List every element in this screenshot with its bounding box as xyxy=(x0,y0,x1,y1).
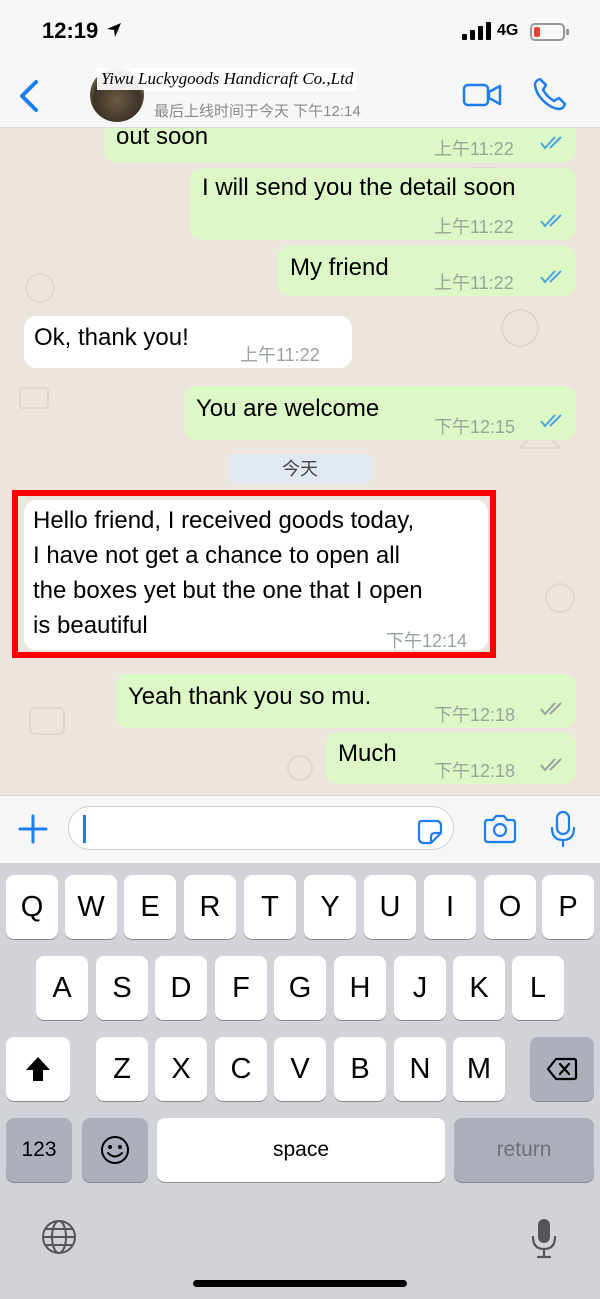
last-seen-status: 最后上线时间于今天 下午12:14 xyxy=(154,103,361,120)
message-time: 上午11:22 xyxy=(434,273,514,293)
dictation-mic-icon[interactable] xyxy=(530,1217,558,1259)
double-check-icon xyxy=(540,414,562,428)
key-b[interactable]: B xyxy=(334,1037,386,1101)
message-text: You are welcome xyxy=(196,395,380,422)
key-p[interactable]: P xyxy=(542,875,594,939)
network-type: 4G xyxy=(497,22,519,39)
key-o[interactable]: O xyxy=(484,875,536,939)
message-input[interactable] xyxy=(68,806,454,850)
double-check-icon xyxy=(540,270,562,284)
home-indicator xyxy=(193,1280,407,1287)
key-v[interactable]: V xyxy=(274,1037,326,1101)
message-text: Much xyxy=(338,740,397,767)
key-u[interactable]: U xyxy=(364,875,416,939)
message-time: 上午11:22 xyxy=(434,217,514,237)
double-check-icon xyxy=(540,214,562,228)
microphone-icon[interactable] xyxy=(550,810,576,848)
shift-key[interactable] xyxy=(6,1037,70,1101)
key-k[interactable]: K xyxy=(453,956,505,1020)
message-input-bar xyxy=(0,795,600,863)
key-w[interactable]: W xyxy=(65,875,117,939)
camera-icon[interactable] xyxy=(482,814,518,844)
return-key[interactable]: return xyxy=(454,1118,594,1182)
sticker-icon[interactable] xyxy=(416,818,444,846)
key-j[interactable]: J xyxy=(394,956,446,1020)
space-key[interactable]: space xyxy=(157,1118,445,1182)
key-d[interactable]: D xyxy=(155,956,207,1020)
key-z[interactable]: Z xyxy=(96,1037,148,1101)
globe-icon[interactable] xyxy=(40,1218,78,1256)
message-text: Ok, thank you! xyxy=(34,324,189,351)
backspace-key[interactable] xyxy=(530,1037,594,1101)
key-a[interactable]: A xyxy=(36,956,88,1020)
location-arrow-icon xyxy=(107,23,121,37)
key-s[interactable]: S xyxy=(96,956,148,1020)
chat-header: Yiwu Luckygoods Handicraft Co.,Ltd 最后上线时… xyxy=(0,62,600,128)
shift-icon xyxy=(26,1057,50,1081)
highlight-box xyxy=(12,490,496,658)
message-time: 下午12:18 xyxy=(434,705,516,725)
message-text: My friend xyxy=(290,254,389,281)
message-text: I will send you the detail soon xyxy=(202,174,516,201)
message-time: 下午12:18 xyxy=(434,761,516,781)
key-y[interactable]: Y xyxy=(304,875,356,939)
key-t[interactable]: T xyxy=(244,875,296,939)
message-time: 上午11:22 xyxy=(240,345,320,365)
key-f[interactable]: F xyxy=(215,956,267,1020)
emoji-key[interactable] xyxy=(82,1118,148,1182)
key-n[interactable]: N xyxy=(394,1037,446,1101)
status-bar: 12:19 4G xyxy=(0,0,600,62)
key-q[interactable]: Q xyxy=(6,875,58,939)
message-bubble-outgoing[interactable]: Much 下午12:18 xyxy=(326,732,576,784)
status-time: 12:19 xyxy=(42,18,99,43)
message-bubble-outgoing[interactable]: I will send you the detail soon 上午11:22 xyxy=(190,168,576,240)
key-e[interactable]: E xyxy=(124,875,176,939)
key-i[interactable]: I xyxy=(424,875,476,939)
key-c[interactable]: C xyxy=(215,1037,267,1101)
video-call-icon[interactable] xyxy=(462,80,502,110)
message-bubble-outgoing[interactable]: My friend 上午11:22 xyxy=(278,246,576,296)
phone-icon[interactable] xyxy=(532,76,568,112)
key-h[interactable]: H xyxy=(334,956,386,1020)
message-bubble-outgoing[interactable]: You are welcome 下午12:15 xyxy=(184,386,576,440)
double-check-icon xyxy=(540,136,562,150)
plus-icon[interactable] xyxy=(18,814,48,844)
signal-icon xyxy=(462,22,491,40)
battery-icon xyxy=(530,23,569,41)
text-caret xyxy=(83,815,86,843)
back-chevron-icon[interactable] xyxy=(14,76,44,116)
message-text: Yeah thank you so mu. xyxy=(128,683,372,710)
emoji-icon xyxy=(101,1136,129,1164)
double-check-icon xyxy=(540,758,562,772)
keyboard: Q W E R T Y U I O P A S D F G H J K L Z … xyxy=(0,863,600,1299)
message-text: out soon xyxy=(116,128,209,150)
double-check-icon xyxy=(540,702,562,716)
message-bubble-outgoing[interactable]: out soon 上午11:22 xyxy=(104,128,576,162)
message-bubble-incoming[interactable]: Ok, thank you! 上午11:22 xyxy=(24,316,352,368)
contact-name[interactable]: Yiwu Luckygoods Handicraft Co.,Ltd xyxy=(97,68,358,90)
numbers-key[interactable]: 123 xyxy=(6,1118,72,1182)
key-g[interactable]: G xyxy=(274,956,326,1020)
message-time: 上午11:22 xyxy=(434,139,514,159)
date-separator: 今天 xyxy=(228,454,372,484)
key-m[interactable]: M xyxy=(453,1037,505,1101)
key-x[interactable]: X xyxy=(155,1037,207,1101)
key-l[interactable]: L xyxy=(512,956,564,1020)
message-time: 下午12:15 xyxy=(434,417,516,437)
chat-area[interactable]: out soon 上午11:22 I will send you the det… xyxy=(0,128,600,795)
key-r[interactable]: R xyxy=(184,875,236,939)
message-bubble-outgoing[interactable]: Yeah thank you so mu. 下午12:18 xyxy=(116,674,576,728)
backspace-icon xyxy=(546,1057,578,1081)
